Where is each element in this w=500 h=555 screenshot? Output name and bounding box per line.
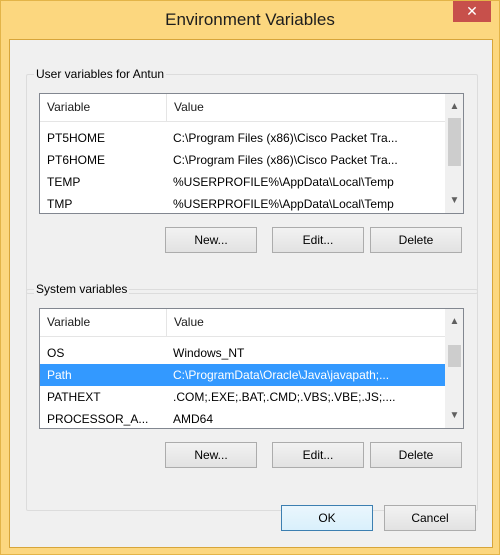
table-row[interactable]: TEMP %USERPROFILE%\AppData\Local\Temp [40,171,446,193]
user-delete-button[interactable]: Delete [370,227,462,253]
column-header-variable[interactable]: Variable [40,309,166,336]
system-edit-button[interactable]: Edit... [272,442,364,468]
scroll-thumb[interactable] [448,345,461,367]
variable-value: AMD64 [173,412,214,426]
table-row[interactable]: PT6HOME C:\Program Files (x86)\Cisco Pac… [40,149,446,171]
variable-name: PT6HOME [47,153,106,167]
user-variables-label: User variables for Antun [34,67,167,81]
ok-button[interactable]: OK [281,505,373,531]
variable-value: C:\Program Files (x86)\Cisco Packet Tra.… [173,131,398,145]
variable-value: C:\ProgramData\Oracle\Java\javapath;... [173,368,390,382]
window-title: Environment Variables [165,10,335,29]
environment-variables-window: Environment Variables ✕ User variables f… [0,0,500,555]
variable-name: PROCESSOR_A... [47,412,149,426]
table-row-selected[interactable]: Path C:\ProgramData\Oracle\Java\javapath… [40,364,446,386]
table-row[interactable]: PROCESSOR_A... AMD64 [40,408,446,428]
table-row[interactable]: PATHEXT .COM;.EXE;.BAT;.CMD;.VBS;.VBE;.J… [40,386,446,408]
system-variables-list[interactable]: Variable Value OS Windows_NT Path C:\Pro… [39,308,464,429]
user-new-button[interactable]: New... [165,227,257,253]
variable-value: C:\Program Files (x86)\Cisco Packet Tra.… [173,153,398,167]
system-variables-label: System variables [34,282,130,296]
system-list-scrollbar[interactable]: ▲ ▼ [445,309,463,428]
variable-value: Windows_NT [173,346,245,360]
system-list-header: Variable Value [40,309,463,337]
variable-name: Path [47,368,72,382]
column-header-value[interactable]: Value [166,309,446,336]
scroll-down-icon[interactable]: ▼ [446,192,463,209]
scroll-up-icon[interactable]: ▲ [446,313,463,330]
variable-name: PATHEXT [47,390,101,404]
scroll-thumb[interactable] [448,118,461,166]
table-row[interactable]: TMP %USERPROFILE%\AppData\Local\Temp [40,193,446,213]
scroll-down-icon[interactable]: ▼ [446,407,463,424]
column-header-variable[interactable]: Variable [40,94,166,121]
cancel-button[interactable]: Cancel [384,505,476,531]
dialog-body: User variables for Antun Variable Value … [9,39,493,548]
system-new-button[interactable]: New... [165,442,257,468]
user-list-scrollbar[interactable]: ▲ ▼ [445,94,463,213]
variable-value: %USERPROFILE%\AppData\Local\Temp [173,175,394,189]
table-row[interactable]: OS Windows_NT [40,342,446,364]
variable-name: TEMP [47,175,81,189]
variable-name: PT5HOME [47,131,106,145]
user-edit-button[interactable]: Edit... [272,227,364,253]
system-delete-button[interactable]: Delete [370,442,462,468]
variable-name: TMP [47,197,73,211]
variable-name: OS [47,346,65,360]
user-variables-list[interactable]: Variable Value PT5HOME C:\Program Files … [39,93,464,214]
user-list-header: Variable Value [40,94,463,122]
title-bar[interactable]: Environment Variables ✕ [1,1,499,39]
column-header-value[interactable]: Value [166,94,446,121]
close-icon[interactable]: ✕ [453,1,491,22]
table-row[interactable]: PT5HOME C:\Program Files (x86)\Cisco Pac… [40,127,446,149]
scroll-up-icon[interactable]: ▲ [446,98,463,115]
variable-value: .COM;.EXE;.BAT;.CMD;.VBS;.VBE;.JS;.... [173,390,396,404]
variable-value: %USERPROFILE%\AppData\Local\Temp [173,197,394,211]
